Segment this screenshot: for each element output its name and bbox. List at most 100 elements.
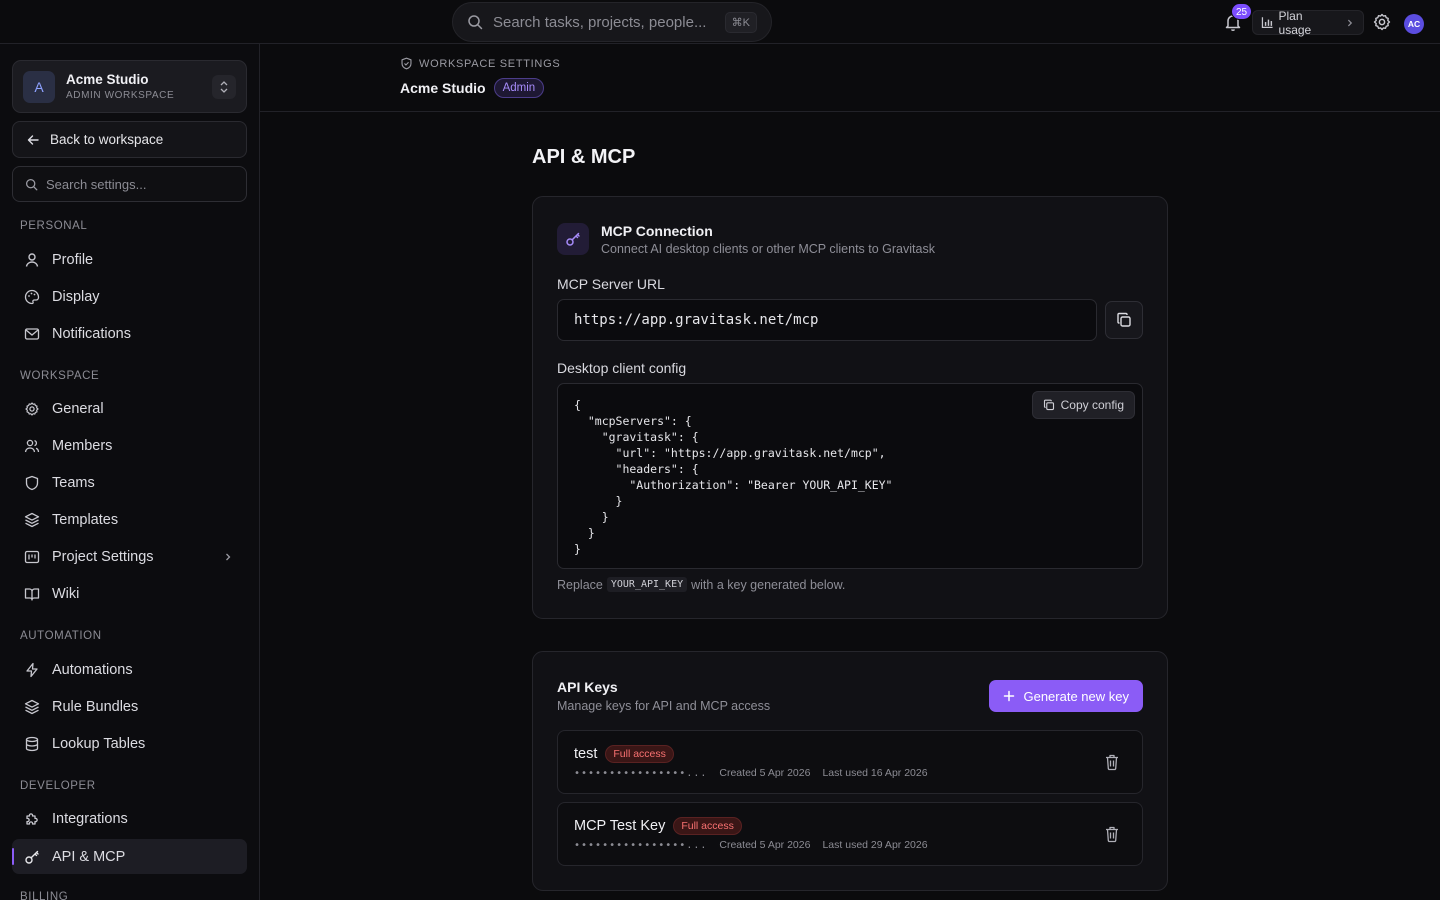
sidebar-item-templates[interactable]: Templates (12, 502, 247, 537)
sidebar-item-wiki[interactable]: Wiki (12, 576, 247, 611)
mcp-connection-card: MCP Connection Connect AI desktop client… (532, 196, 1168, 619)
copy-config-button[interactable]: Copy config (1031, 391, 1135, 419)
workspace-name: Acme Studio (66, 72, 149, 87)
sidebar-item-label: API & MCP (52, 848, 126, 865)
mcp-url-label: MCP Server URL (557, 276, 665, 292)
shield-icon (25, 475, 39, 490)
mcp-card-subtitle: Connect AI desktop clients or other MCP … (601, 242, 935, 256)
key-icon (25, 850, 39, 864)
delete-key-button[interactable] (1104, 825, 1120, 843)
search-shortcut: ⌘K (724, 11, 757, 33)
search-icon (468, 15, 483, 30)
api-key-name: MCP Test Key (574, 818, 666, 834)
sidebar-item-notifications[interactable]: Notifications (12, 316, 247, 351)
lightning-icon (26, 662, 38, 677)
back-to-workspace-label: Back to workspace (50, 132, 164, 147)
hint-code: YOUR_API_KEY (606, 577, 688, 592)
key-icon (566, 232, 580, 246)
sidebar-item-display[interactable]: Display (12, 279, 247, 314)
bar-chart-icon (1261, 17, 1273, 28)
copy-config-label: Copy config (1060, 398, 1124, 412)
sidebar-item-label: Notifications (52, 325, 131, 342)
sidebar-item-lookup-tables[interactable]: Lookup Tables (12, 726, 247, 761)
mail-icon (24, 327, 40, 340)
trash-icon (1106, 754, 1118, 771)
hint-suffix: with a key generated below. (691, 577, 846, 592)
page-title: Acme Studio (400, 80, 486, 96)
sidebar-item-teams[interactable]: Teams (12, 465, 247, 500)
config-label: Desktop client config (557, 360, 687, 376)
sidebar-item-label: Lookup Tables (52, 735, 146, 752)
arrow-left-icon (27, 134, 39, 145)
user-avatar[interactable]: AC (1404, 14, 1424, 34)
global-search-placeholder: Search tasks, projects, people... (493, 13, 707, 31)
sidebar-item-members[interactable]: Members (12, 428, 247, 463)
key-created: Created 5 Apr 2026 (719, 767, 811, 779)
settings-sidebar: A Acme Studio ADMIN WORKSPACE Back to wo… (0, 44, 260, 900)
api-key-row: test Full access ••••••••••••••••... Cre… (557, 730, 1143, 794)
plan-usage-button[interactable]: Plan usage (1252, 9, 1364, 37)
trash-icon (1106, 826, 1118, 843)
breadcrumb-label: WORKSPACE SETTINGS (419, 57, 561, 70)
book-open-icon (24, 587, 40, 601)
copy-icon (1117, 312, 1131, 327)
sidebar-item-label: Display (52, 288, 100, 305)
sidebar-item-integrations[interactable]: Integrations (12, 801, 247, 836)
mcp-url-field[interactable]: https://app.gravitask.net/mcp (557, 299, 1097, 341)
sidebar-item-label: Automations (52, 661, 133, 678)
settings-button[interactable] (1372, 12, 1392, 32)
sidebar-item-label: Rule Bundles (52, 698, 139, 715)
layers-icon (24, 512, 40, 527)
chevron-right-icon (226, 553, 231, 560)
search-icon (25, 178, 38, 190)
sidebar-item-general[interactable]: General (12, 391, 247, 426)
sidebar-item-profile[interactable]: Profile (12, 242, 247, 277)
section-title: API & MCP (532, 146, 636, 168)
sidebar-item-label: Teams (52, 474, 95, 491)
masked-key: ••••••••••••••••... (574, 839, 708, 851)
notification-count-badge: 25 (1231, 3, 1253, 20)
sidebar-item-label: Templates (52, 511, 119, 528)
workspace-subtitle: ADMIN WORKSPACE (66, 90, 175, 101)
header-title-row: Acme Studio Admin (400, 78, 545, 98)
api-keys-title: API Keys (557, 679, 618, 695)
key-created: Created 5 Apr 2026 (719, 839, 811, 851)
gear-icon (25, 401, 39, 416)
settings-search-placeholder: Search settings... (46, 176, 147, 192)
key-last-used: Last used 16 Apr 2026 (822, 767, 928, 779)
sidebar-item-rule-bundles[interactable]: Rule Bundles (12, 689, 247, 724)
sidebar-item-project-settings[interactable]: Project Settings (12, 539, 247, 574)
user-icon (25, 252, 39, 267)
api-key-name: test (574, 746, 598, 762)
palette-icon (24, 289, 40, 304)
back-to-workspace-button[interactable]: Back to workspace (12, 121, 247, 158)
generate-key-button[interactable]: Generate new key (989, 680, 1143, 712)
workspace-switch-toggle[interactable] (212, 74, 236, 99)
role-badge: Admin (493, 78, 545, 98)
copy-url-button[interactable] (1105, 301, 1143, 339)
mcp-key-icon-badge (557, 223, 589, 255)
sidebar-item-api-mcp[interactable]: API & MCP (12, 839, 247, 874)
database-icon (25, 736, 39, 751)
settings-search-input[interactable]: Search settings... (12, 166, 247, 202)
shield-check-icon (401, 57, 412, 70)
config-code: { "mcpServers": { "gravitask": { "url": … (574, 398, 893, 556)
masked-key: ••••••••••••••••... (574, 767, 708, 779)
workspace-switcher[interactable]: A Acme Studio ADMIN WORKSPACE (12, 60, 247, 113)
access-badge: Full access (605, 745, 674, 763)
api-keys-card: API Keys Manage keys for API and MCP acc… (532, 651, 1168, 891)
key-last-used: Last used 29 Apr 2026 (822, 839, 928, 851)
access-badge: Full access (673, 817, 742, 835)
workspace-logo: A (23, 70, 55, 103)
puzzle-icon (26, 812, 38, 825)
settings-header: WORKSPACE SETTINGS Acme Studio Admin (260, 44, 1440, 112)
delete-key-button[interactable] (1104, 753, 1120, 771)
sidebar-item-label: General (52, 400, 104, 417)
copy-icon (1043, 399, 1054, 411)
api-key-row: MCP Test Key Full access •••••••••••••••… (557, 802, 1143, 866)
sidebar-item-label: Project Settings (52, 548, 154, 565)
sidebar-item-automations[interactable]: Automations (12, 652, 247, 687)
global-search-input[interactable]: Search tasks, projects, people... ⌘K (452, 2, 772, 42)
sidebar-item-label: Wiki (52, 585, 80, 602)
users-icon (24, 439, 40, 452)
